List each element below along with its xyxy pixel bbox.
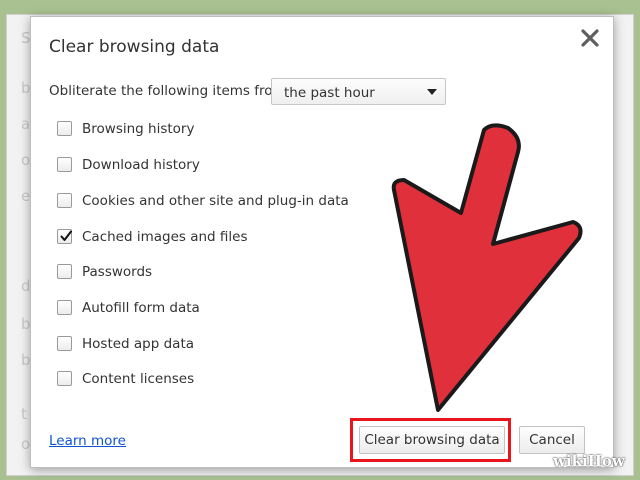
checkbox-label: Autofill form data [82, 300, 200, 316]
faded-text: o [21, 151, 31, 169]
checkbox[interactable] [57, 300, 72, 315]
dialog-title: Clear browsing data [49, 37, 220, 57]
faded-text: o [21, 435, 31, 453]
faded-text: t [21, 405, 27, 423]
checkbox-label: Hosted app data [82, 336, 195, 352]
checkbox-label: Passwords [82, 264, 153, 280]
close-icon[interactable] [579, 27, 601, 49]
checkbox-label: Browsing history [82, 121, 195, 137]
time-range-select[interactable]: the past hour [271, 78, 446, 105]
checkbox-label: Content licenses [82, 371, 195, 387]
watermark: wikiHow [553, 452, 625, 470]
checkmark-icon [60, 230, 72, 241]
faded-text: e [21, 187, 31, 205]
learn-more-link[interactable]: Learn more [49, 433, 126, 449]
chevron-down-icon [427, 89, 437, 95]
checkbox[interactable] [57, 157, 72, 172]
checkbox[interactable] [57, 336, 72, 351]
checkbox-label: Download history [82, 157, 200, 173]
time-range-value: the past hour [284, 85, 375, 101]
checkbox[interactable] [57, 121, 72, 136]
cancel-button[interactable]: Cancel [519, 426, 585, 454]
highlight-box [350, 418, 511, 462]
range-label: Obliterate the following items from: [49, 83, 291, 99]
checkbox[interactable] [57, 264, 72, 279]
checkbox[interactable] [57, 193, 72, 208]
checkbox-label: Cookies and other site and plug-in data [82, 193, 349, 209]
faded-text: a [21, 115, 31, 133]
clear-browsing-data-dialog: Clear browsing data Obliterate the follo… [30, 16, 614, 468]
checkbox-label: Cached images and files [82, 229, 248, 245]
checkbox[interactable] [57, 229, 72, 244]
checkbox[interactable] [57, 371, 72, 386]
